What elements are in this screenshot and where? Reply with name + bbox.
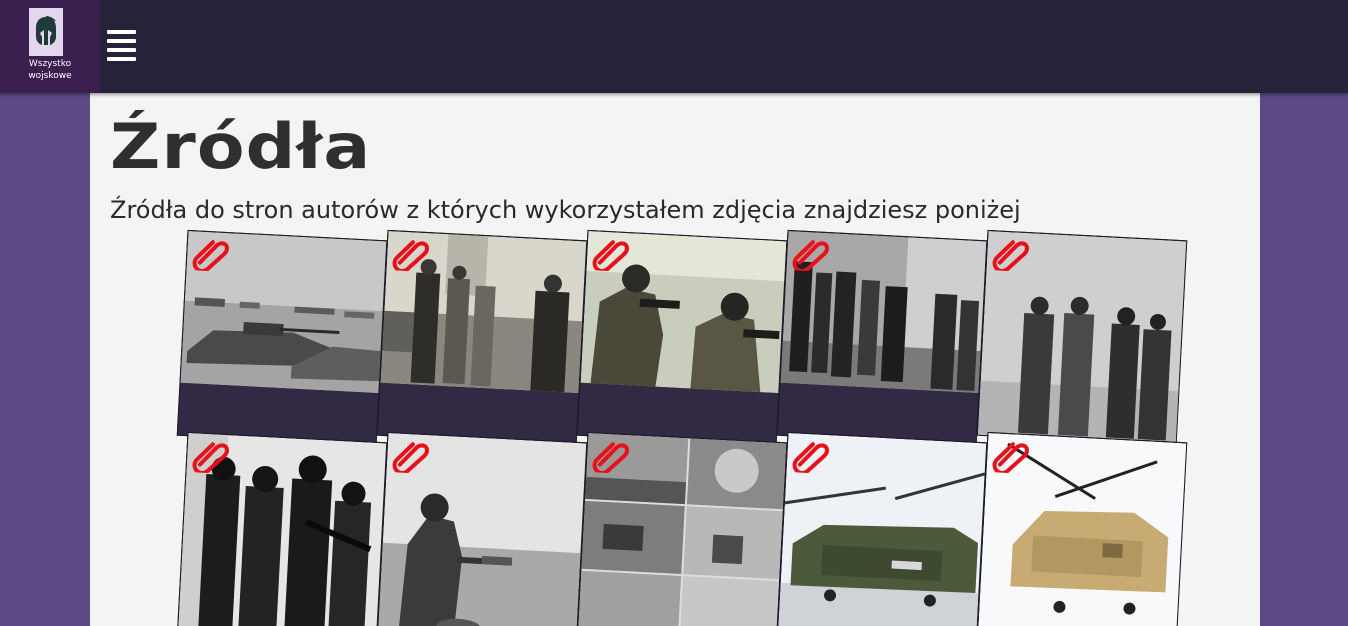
source-card-tanks[interactable] (176, 229, 388, 447)
hamburger-menu-icon[interactable] (107, 30, 136, 61)
source-card-soldiers-gasmasks[interactable] (576, 229, 788, 447)
paperclip-icon[interactable] (791, 234, 831, 273)
source-card-officers-bridge[interactable] (376, 229, 588, 447)
source-card-chinook-green[interactable] (776, 431, 988, 626)
paperclip-icon[interactable] (191, 234, 231, 273)
main-content: Źródła Źródła do stron autorów z których… (90, 93, 1260, 626)
spartan-helmet-icon (29, 8, 63, 56)
paperclip-icon[interactable] (591, 234, 631, 273)
paperclip-icon[interactable] (591, 436, 631, 475)
top-navigation-bar: Wszystko wojskowe (0, 0, 1348, 93)
site-logo[interactable]: Wszystko wojskowe (0, 0, 100, 93)
paperclip-icon[interactable] (791, 436, 831, 475)
source-card-chinook-tan[interactable] (976, 431, 1188, 626)
source-card-officers-street[interactable] (776, 229, 988, 447)
logo-label-line2: wojskowe (28, 71, 72, 81)
paperclip-icon[interactable] (991, 234, 1031, 273)
logo-label-line1: Wszystko (28, 59, 72, 69)
paperclip-icon[interactable] (991, 436, 1031, 475)
page-subtitle: Źródła do stron autorów z których wykorz… (110, 196, 1021, 224)
source-card-war-collage[interactable] (576, 431, 788, 626)
logo-label: Wszystko wojskowe (0, 58, 100, 82)
source-card-swat-team[interactable] (176, 431, 388, 626)
paperclip-icon[interactable] (391, 436, 431, 475)
paperclip-icon[interactable] (391, 234, 431, 273)
paperclip-icon[interactable] (191, 436, 231, 475)
page-title: Źródła (110, 110, 372, 183)
source-card-soldier-field[interactable] (376, 431, 588, 626)
source-card-officers-snow[interactable] (976, 229, 1188, 447)
